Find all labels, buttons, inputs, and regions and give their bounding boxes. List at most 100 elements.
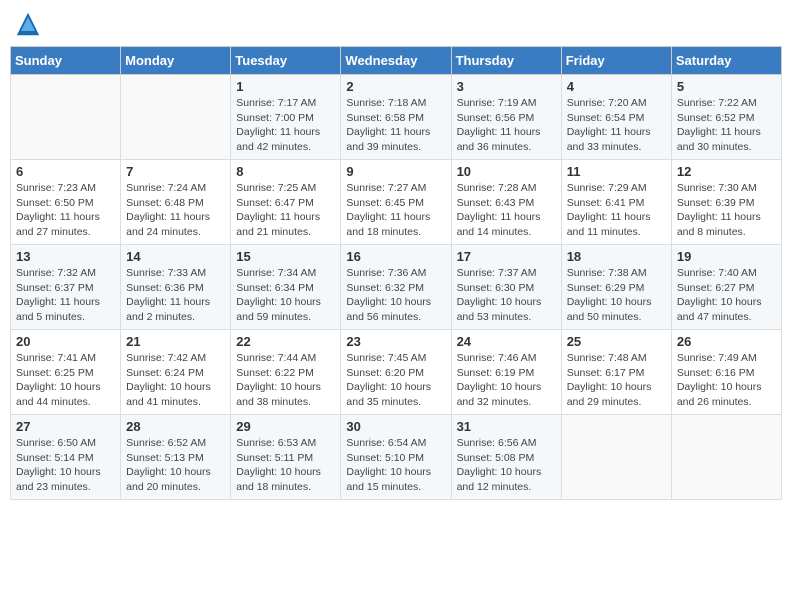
logo-icon: [14, 10, 42, 38]
day-info: Sunrise: 7:32 AM Sunset: 6:37 PM Dayligh…: [16, 266, 115, 325]
calendar-cell: 23 Sunrise: 7:45 AM Sunset: 6:20 PM Dayli…: [341, 330, 451, 415]
calendar-cell: 21 Sunrise: 7:42 AM Sunset: 6:24 PM Dayli…: [121, 330, 231, 415]
weekday-header-monday: Monday: [121, 47, 231, 75]
day-info: Sunrise: 7:23 AM Sunset: 6:50 PM Dayligh…: [16, 181, 115, 240]
day-number: 13: [16, 249, 115, 264]
day-info: Sunrise: 7:42 AM Sunset: 6:24 PM Dayligh…: [126, 351, 225, 410]
calendar-cell: 29 Sunrise: 6:53 AM Sunset: 5:11 PM Dayli…: [231, 415, 341, 500]
day-info: Sunrise: 7:18 AM Sunset: 6:58 PM Dayligh…: [346, 96, 445, 155]
day-number: 28: [126, 419, 225, 434]
day-number: 22: [236, 334, 335, 349]
calendar-cell: 15Sunrise: 7:34 AM Sunset: 6:34 PM Dayli…: [231, 245, 341, 330]
day-number: 23: [346, 334, 445, 349]
calendar-cell: 5 Sunrise: 7:22 AM Sunset: 6:52 PM Daylig…: [671, 75, 781, 160]
day-number: 2: [346, 79, 445, 94]
day-info: Sunrise: 7:29 AM Sunset: 6:41 PM Dayligh…: [567, 181, 666, 240]
day-info: Sunrise: 7:41 AM Sunset: 6:25 PM Dayligh…: [16, 351, 115, 410]
calendar-cell: 24 Sunrise: 7:46 AM Sunset: 6:19 PM Dayli…: [451, 330, 561, 415]
day-info: Sunrise: 7:44 AM Sunset: 6:22 PM Dayligh…: [236, 351, 335, 410]
day-info: Sunrise: 7:19 AM Sunset: 6:56 PM Dayligh…: [457, 96, 556, 155]
weekday-header-thursday: Thursday: [451, 47, 561, 75]
calendar-cell: 16 Sunrise: 7:36 AM Sunset: 6:32 PM Dayli…: [341, 245, 451, 330]
calendar-cell: 22 Sunrise: 7:44 AM Sunset: 6:22 PM Dayli…: [231, 330, 341, 415]
calendar-cell: [561, 415, 671, 500]
day-info: Sunrise: 7:22 AM Sunset: 6:52 PM Dayligh…: [677, 96, 776, 155]
day-number: 14: [126, 249, 225, 264]
day-number: 3: [457, 79, 556, 94]
day-info: Sunrise: 7:24 AM Sunset: 6:48 PM Dayligh…: [126, 181, 225, 240]
day-info: Sunrise: 7:49 AM Sunset: 6:16 PM Dayligh…: [677, 351, 776, 410]
day-info: Sunrise: 7:33 AM Sunset: 6:36 PM Dayligh…: [126, 266, 225, 325]
day-info: Sunrise: 6:52 AM Sunset: 5:13 PM Dayligh…: [126, 436, 225, 495]
calendar-cell: 14 Sunrise: 7:33 AM Sunset: 6:36 PM Dayli…: [121, 245, 231, 330]
day-info: Sunrise: 6:50 AM Sunset: 5:14 PM Dayligh…: [16, 436, 115, 495]
day-number: 27: [16, 419, 115, 434]
day-info: Sunrise: 7:25 AM Sunset: 6:47 PM Dayligh…: [236, 181, 335, 240]
day-info: Sunrise: 7:28 AM Sunset: 6:43 PM Dayligh…: [457, 181, 556, 240]
calendar-table: SundayMondayTuesdayWednesdayThursdayFrid…: [10, 46, 782, 500]
day-number: 31: [457, 419, 556, 434]
day-number: 19: [677, 249, 776, 264]
calendar-cell: [121, 75, 231, 160]
calendar-cell: 26 Sunrise: 7:49 AM Sunset: 6:16 PM Dayli…: [671, 330, 781, 415]
day-number: 16: [346, 249, 445, 264]
day-info: Sunrise: 7:30 AM Sunset: 6:39 PM Dayligh…: [677, 181, 776, 240]
calendar-header-row: SundayMondayTuesdayWednesdayThursdayFrid…: [11, 47, 782, 75]
day-info: Sunrise: 7:17 AM Sunset: 7:00 PM Dayligh…: [236, 96, 335, 155]
calendar-cell: 1 Sunrise: 7:17 AM Sunset: 7:00 PM Daylig…: [231, 75, 341, 160]
calendar-cell: 13 Sunrise: 7:32 AM Sunset: 6:37 PM Dayli…: [11, 245, 121, 330]
day-info: Sunrise: 7:40 AM Sunset: 6:27 PM Dayligh…: [677, 266, 776, 325]
calendar-week-row: 1 Sunrise: 7:17 AM Sunset: 7:00 PM Daylig…: [11, 75, 782, 160]
day-number: 17: [457, 249, 556, 264]
calendar-cell: 7 Sunrise: 7:24 AM Sunset: 6:48 PM Daylig…: [121, 160, 231, 245]
day-number: 24: [457, 334, 556, 349]
day-number: 7: [126, 164, 225, 179]
calendar-cell: 25 Sunrise: 7:48 AM Sunset: 6:17 PM Dayli…: [561, 330, 671, 415]
day-number: 9: [346, 164, 445, 179]
calendar-cell: 19 Sunrise: 7:40 AM Sunset: 6:27 PM Dayli…: [671, 245, 781, 330]
day-number: 18: [567, 249, 666, 264]
calendar-cell: [671, 415, 781, 500]
day-info: Sunrise: 6:54 AM Sunset: 5:10 PM Dayligh…: [346, 436, 445, 495]
day-number: 11: [567, 164, 666, 179]
weekday-header-saturday: Saturday: [671, 47, 781, 75]
calendar-cell: 27 Sunrise: 6:50 AM Sunset: 5:14 PM Dayli…: [11, 415, 121, 500]
day-number: 12: [677, 164, 776, 179]
day-info: Sunrise: 7:46 AM Sunset: 6:19 PM Dayligh…: [457, 351, 556, 410]
day-info: Sunrise: 6:56 AM Sunset: 5:08 PM Dayligh…: [457, 436, 556, 495]
day-number: 29: [236, 419, 335, 434]
calendar-cell: 31 Sunrise: 6:56 AM Sunset: 5:08 PM Dayli…: [451, 415, 561, 500]
day-number: 1: [236, 79, 335, 94]
calendar-cell: 3 Sunrise: 7:19 AM Sunset: 6:56 PM Daylig…: [451, 75, 561, 160]
day-number: 25: [567, 334, 666, 349]
day-info: Sunrise: 7:45 AM Sunset: 6:20 PM Dayligh…: [346, 351, 445, 410]
day-number: 4: [567, 79, 666, 94]
day-info: Sunrise: 7:48 AM Sunset: 6:17 PM Dayligh…: [567, 351, 666, 410]
day-info: Sunrise: 7:36 AM Sunset: 6:32 PM Dayligh…: [346, 266, 445, 325]
day-number: 15: [236, 249, 335, 264]
calendar-week-row: 6 Sunrise: 7:23 AM Sunset: 6:50 PM Daylig…: [11, 160, 782, 245]
calendar-cell: 10 Sunrise: 7:28 AM Sunset: 6:43 PM Dayli…: [451, 160, 561, 245]
day-number: 5: [677, 79, 776, 94]
calendar-week-row: 27 Sunrise: 6:50 AM Sunset: 5:14 PM Dayli…: [11, 415, 782, 500]
weekday-header-sunday: Sunday: [11, 47, 121, 75]
calendar-cell: 11 Sunrise: 7:29 AM Sunset: 6:41 PM Dayli…: [561, 160, 671, 245]
day-number: 21: [126, 334, 225, 349]
day-number: 30: [346, 419, 445, 434]
calendar-week-row: 13 Sunrise: 7:32 AM Sunset: 6:37 PM Dayli…: [11, 245, 782, 330]
day-number: 20: [16, 334, 115, 349]
day-number: 6: [16, 164, 115, 179]
day-info: Sunrise: 6:53 AM Sunset: 5:11 PM Dayligh…: [236, 436, 335, 495]
page-header: [10, 10, 782, 38]
calendar-cell: 12 Sunrise: 7:30 AM Sunset: 6:39 PM Dayli…: [671, 160, 781, 245]
calendar-cell: 18Sunrise: 7:38 AM Sunset: 6:29 PM Dayli…: [561, 245, 671, 330]
day-number: 10: [457, 164, 556, 179]
calendar-cell: 2 Sunrise: 7:18 AM Sunset: 6:58 PM Daylig…: [341, 75, 451, 160]
calendar-cell: 30 Sunrise: 6:54 AM Sunset: 5:10 PM Dayli…: [341, 415, 451, 500]
weekday-header-tuesday: Tuesday: [231, 47, 341, 75]
day-number: 26: [677, 334, 776, 349]
calendar-cell: 20 Sunrise: 7:41 AM Sunset: 6:25 PM Dayli…: [11, 330, 121, 415]
day-info: Sunrise: 7:37 AM Sunset: 6:30 PM Dayligh…: [457, 266, 556, 325]
calendar-cell: 6 Sunrise: 7:23 AM Sunset: 6:50 PM Daylig…: [11, 160, 121, 245]
calendar-cell: 9Sunrise: 7:27 AM Sunset: 6:45 PM Daylig…: [341, 160, 451, 245]
